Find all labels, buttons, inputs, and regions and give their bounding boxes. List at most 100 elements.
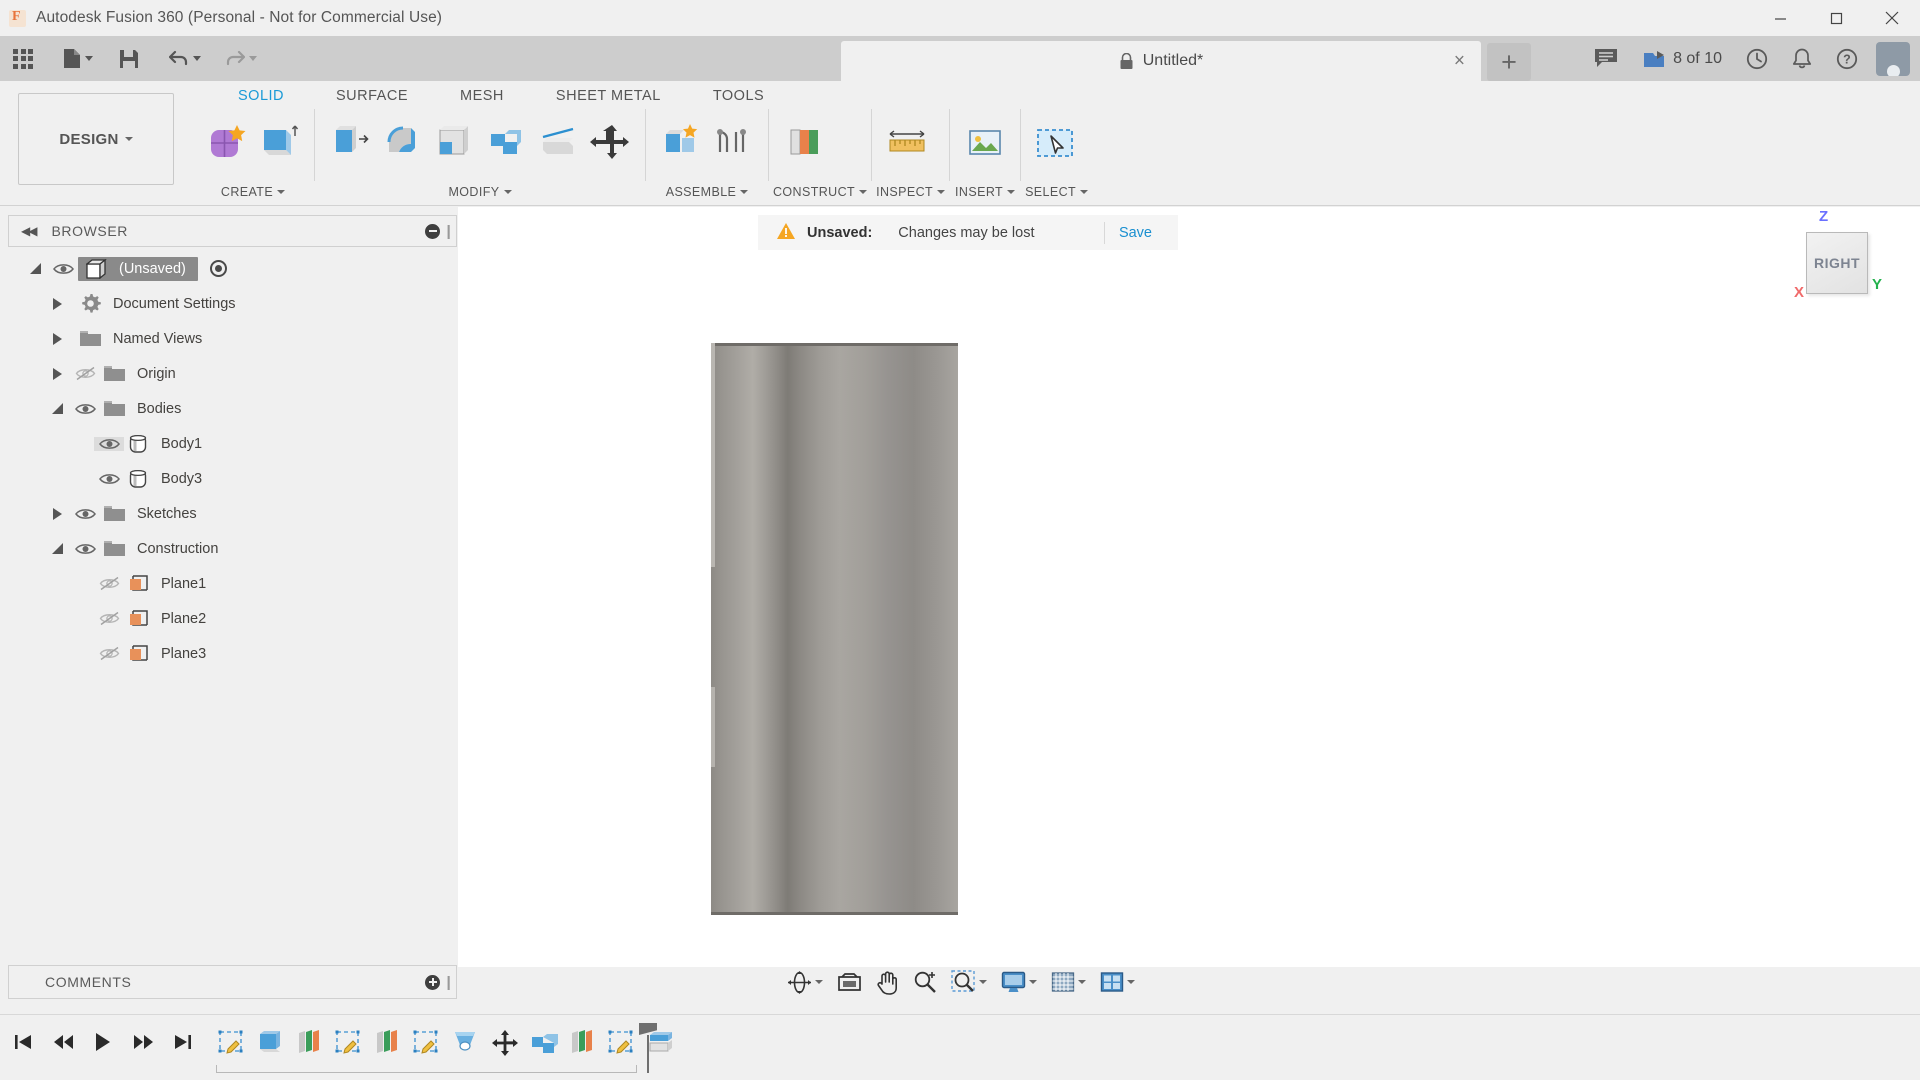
sketch-feature[interactable] [603, 1026, 640, 1060]
collapse-left-icon[interactable]: ◀◀ [21, 224, 38, 238]
expand-toggle-icon[interactable] [44, 367, 70, 380]
tree-item-unsaved[interactable]: (Unsaved) [0, 256, 457, 281]
view-cube-face[interactable]: RIGHT [1806, 232, 1868, 294]
loft-feature[interactable] [447, 1026, 484, 1060]
step-forward-button[interactable] [130, 1029, 156, 1055]
tree-item-plane1[interactable]: Plane1 [0, 571, 457, 596]
timeline-marker[interactable] [639, 1023, 657, 1073]
viewports-icon[interactable] [1093, 963, 1142, 1001]
panel-select-label[interactable]: SELECT [1025, 181, 1089, 203]
tab-sheet-metal[interactable]: SHEET METAL [530, 88, 687, 104]
tree-item-bodies[interactable]: Bodies [0, 396, 457, 421]
view-cube[interactable]: RIGHT Z Y X [1794, 208, 1882, 301]
save-link[interactable]: Save [1119, 225, 1152, 241]
pan-hand-icon[interactable] [869, 963, 906, 1001]
tree-item-plane3[interactable]: Plane3 [0, 641, 457, 666]
combine-icon[interactable] [481, 115, 531, 171]
new-tab-button[interactable]: + [1487, 43, 1531, 81]
visibility-eye-icon[interactable] [48, 262, 78, 276]
press-pull-icon[interactable] [325, 115, 375, 171]
document-tab[interactable]: Untitled* × [841, 41, 1481, 81]
minimize-button[interactable] [1752, 0, 1808, 36]
measure-icon[interactable] [882, 115, 932, 171]
panel-create-label[interactable]: CREATE [196, 181, 310, 203]
offset-plane-icon[interactable] [779, 115, 829, 171]
panel-inspect-label[interactable]: INSPECT [876, 181, 946, 203]
plane-feature[interactable] [291, 1026, 328, 1060]
tree-item-named-views[interactable]: Named Views [0, 326, 457, 351]
extrude-feature[interactable] [525, 1026, 562, 1060]
tree-item-construction[interactable]: Construction [0, 536, 457, 561]
move-feature[interactable] [486, 1026, 523, 1060]
comment-icon[interactable] [1582, 36, 1630, 81]
activate-component-radio[interactable] [209, 260, 227, 277]
close-button[interactable] [1864, 0, 1920, 36]
undo-icon[interactable] [163, 36, 207, 81]
visibility-eye-icon[interactable] [70, 402, 100, 416]
panel-modify-label[interactable]: MODIFY [319, 181, 641, 203]
visibility-eye-icon[interactable] [70, 507, 100, 521]
close-tab-icon[interactable]: × [1454, 52, 1465, 71]
tree-item-body1[interactable]: Body1 [0, 431, 457, 456]
plane-feature[interactable] [564, 1026, 601, 1060]
job-status-button[interactable]: 8 of 10 [1630, 36, 1734, 81]
sketch-feature[interactable] [213, 1026, 250, 1060]
select-icon[interactable] [1031, 115, 1081, 171]
extrude-feature[interactable] [252, 1026, 289, 1060]
tab-surface[interactable]: SURFACE [310, 88, 434, 104]
new-component-icon[interactable] [202, 115, 252, 171]
skip-to-end-button[interactable] [170, 1029, 196, 1055]
design-canvas[interactable] [458, 207, 1920, 967]
sketch-feature[interactable] [330, 1026, 367, 1060]
expand-toggle-icon[interactable] [22, 263, 48, 274]
visibility-hidden-icon[interactable] [94, 611, 124, 626]
expand-toggle-icon[interactable] [44, 297, 70, 310]
circle-plus-icon[interactable] [425, 974, 441, 990]
visibility-eye-icon[interactable] [94, 472, 124, 486]
shell-icon[interactable] [429, 115, 479, 171]
tree-item-unsaved-selected[interactable]: (Unsaved) [78, 256, 198, 281]
visibility-hidden-icon[interactable] [94, 576, 124, 591]
redo-icon[interactable] [219, 36, 263, 81]
panel-construct-label[interactable]: CONSTRUCT [773, 181, 868, 203]
new-component-assemble-icon[interactable] [656, 115, 706, 171]
tree-item-body3[interactable]: Body3 [0, 466, 457, 491]
insert-image-icon[interactable] [960, 115, 1010, 171]
tab-tools[interactable]: TOOLS [687, 88, 790, 104]
zoom-window-icon[interactable] [944, 963, 994, 1001]
sketch-feature[interactable] [408, 1026, 445, 1060]
zoom-icon[interactable] [906, 963, 944, 1001]
expand-toggle-icon[interactable] [44, 403, 70, 414]
expand-toggle-icon[interactable] [44, 332, 70, 345]
panel-resize-grip[interactable]: || [446, 974, 450, 991]
show-all-apps-icon[interactable] [7, 36, 39, 81]
tree-item-sketches[interactable]: Sketches [0, 501, 457, 526]
fillet-icon[interactable] [377, 115, 427, 171]
clock-icon[interactable] [1734, 36, 1780, 81]
panel-insert-label[interactable]: INSERT [954, 181, 1016, 203]
move-copy-icon[interactable] [585, 115, 635, 171]
expand-toggle-icon[interactable] [44, 543, 70, 554]
model-body[interactable] [711, 343, 958, 915]
avatar[interactable] [1876, 41, 1910, 76]
help-icon[interactable]: ? [1824, 36, 1870, 81]
display-settings-icon[interactable] [994, 963, 1044, 1001]
tree-item-document-settings[interactable]: Document Settings [0, 291, 457, 316]
joint-icon[interactable] [708, 115, 758, 171]
maximize-button[interactable] [1808, 0, 1864, 36]
save-icon[interactable] [113, 36, 145, 81]
tree-item-origin[interactable]: Origin [0, 361, 457, 386]
tab-solid[interactable]: SOLID [212, 88, 310, 104]
visibility-hidden-icon[interactable] [70, 366, 100, 381]
visibility-eye-icon[interactable] [70, 542, 100, 556]
look-at-icon[interactable] [830, 963, 869, 1001]
extrude-icon[interactable] [254, 115, 304, 171]
grid-snaps-icon[interactable] [1044, 963, 1093, 1001]
split-face-icon[interactable] [533, 115, 583, 171]
step-back-button[interactable] [50, 1029, 76, 1055]
circle-minus-icon[interactable] [425, 223, 441, 239]
orbit-icon[interactable] [780, 963, 830, 1001]
plane-feature[interactable] [369, 1026, 406, 1060]
expand-toggle-icon[interactable] [44, 507, 70, 520]
new-document-icon[interactable] [57, 36, 99, 81]
